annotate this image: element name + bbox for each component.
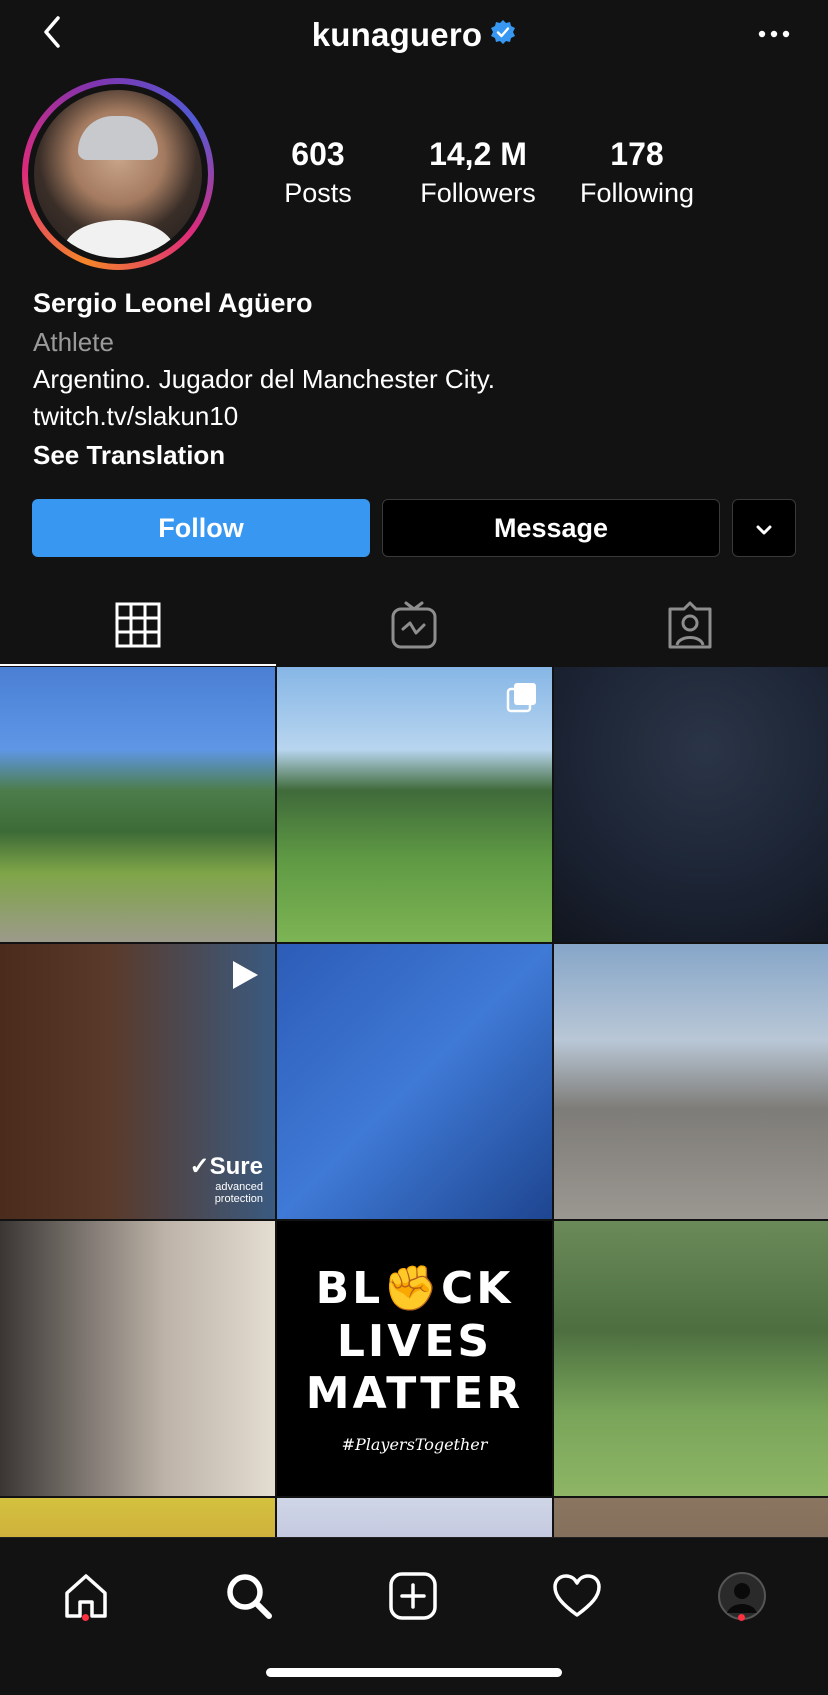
active-tab-indicator: [0, 664, 276, 666]
profile-avatar-story-ring[interactable]: [22, 78, 214, 270]
search-icon: [223, 1570, 275, 1627]
heart-icon: [552, 1573, 602, 1624]
bio-text: Argentino. Jugador del Manchester City.: [33, 364, 495, 394]
profile-notification-dot: [738, 1614, 745, 1621]
tab-posts-grid[interactable]: [0, 588, 276, 666]
nav-home[interactable]: [46, 1558, 126, 1638]
home-indicator: [266, 1668, 562, 1677]
new-post-icon: [388, 1571, 438, 1626]
post-thumbnail[interactable]: [554, 1221, 828, 1496]
home-notification-dot: [82, 1614, 89, 1621]
username: kunaguero: [311, 16, 483, 53]
post-thumbnail[interactable]: ✓Sure advanced protection: [0, 944, 275, 1219]
top-bar: kunaguero: [0, 0, 828, 70]
post-thumbnail[interactable]: [0, 1221, 275, 1496]
post-thumbnail[interactable]: [554, 1498, 828, 1537]
nav-new-post[interactable]: [373, 1558, 453, 1638]
tab-igtv[interactable]: [276, 588, 552, 666]
full-name: Sergio Leonel Agüero: [33, 288, 313, 318]
posts-count: 603: [291, 136, 345, 172]
post-thumbnail[interactable]: [277, 667, 552, 942]
posts-label: Posts: [284, 178, 352, 208]
follow-button[interactable]: Follow: [32, 499, 370, 557]
profile-tabs: [0, 588, 828, 666]
tagged-icon: [666, 601, 714, 654]
grid-icon: [115, 602, 161, 653]
post-thumbnail[interactable]: [277, 1498, 552, 1537]
post-thumbnail[interactable]: [554, 667, 828, 942]
nav-activity[interactable]: [537, 1558, 617, 1638]
see-translation-link[interactable]: See Translation: [33, 440, 793, 471]
post-thumbnail[interactable]: [0, 1498, 275, 1537]
message-button[interactable]: Message: [382, 499, 720, 557]
igtv-icon: [391, 601, 437, 654]
chevron-down-icon: [754, 513, 774, 544]
tab-tagged[interactable]: [552, 588, 828, 666]
sure-logo: ✓Sure advanced protection: [189, 1152, 263, 1205]
black-lives-matter-graphic: BL✊CK LIVES MATTER #PlayersTogether: [305, 1262, 524, 1455]
carousel-icon: [506, 681, 538, 718]
following-count: 178: [610, 136, 664, 172]
posts-stat[interactable]: 603 Posts: [262, 138, 374, 209]
following-label: Following: [579, 178, 695, 208]
profile-avatar: [34, 90, 202, 258]
post-thumbnail[interactable]: [0, 667, 275, 942]
verified-badge-icon: [490, 15, 516, 53]
post-thumbnail[interactable]: [554, 944, 828, 1219]
profile-username-title: kunaguero: [0, 16, 828, 54]
post-thumbnail[interactable]: [277, 944, 552, 1219]
following-stat[interactable]: 178 Following: [572, 138, 702, 209]
posts-grid: ✓Sure advanced protection BL✊CK LIVES MA…: [0, 667, 828, 1537]
post-thumbnail[interactable]: BL✊CK LIVES MATTER #PlayersTogether: [277, 1221, 552, 1496]
more-options-icon[interactable]: [754, 22, 794, 46]
category-label: Athlete: [33, 327, 114, 357]
nav-profile[interactable]: [702, 1558, 782, 1638]
followers-count: 14,2 M: [429, 136, 527, 172]
nav-search[interactable]: [209, 1558, 289, 1638]
suggested-accounts-button[interactable]: [732, 499, 796, 557]
followers-label: Followers: [420, 178, 536, 208]
followers-stat[interactable]: 14,2 M Followers: [408, 138, 548, 209]
bio-link[interactable]: twitch.tv/slakun10: [33, 401, 793, 432]
profile-bio: Sergio Leonel Agüero Athlete Argentino. …: [33, 288, 793, 471]
video-play-icon: [227, 958, 261, 997]
